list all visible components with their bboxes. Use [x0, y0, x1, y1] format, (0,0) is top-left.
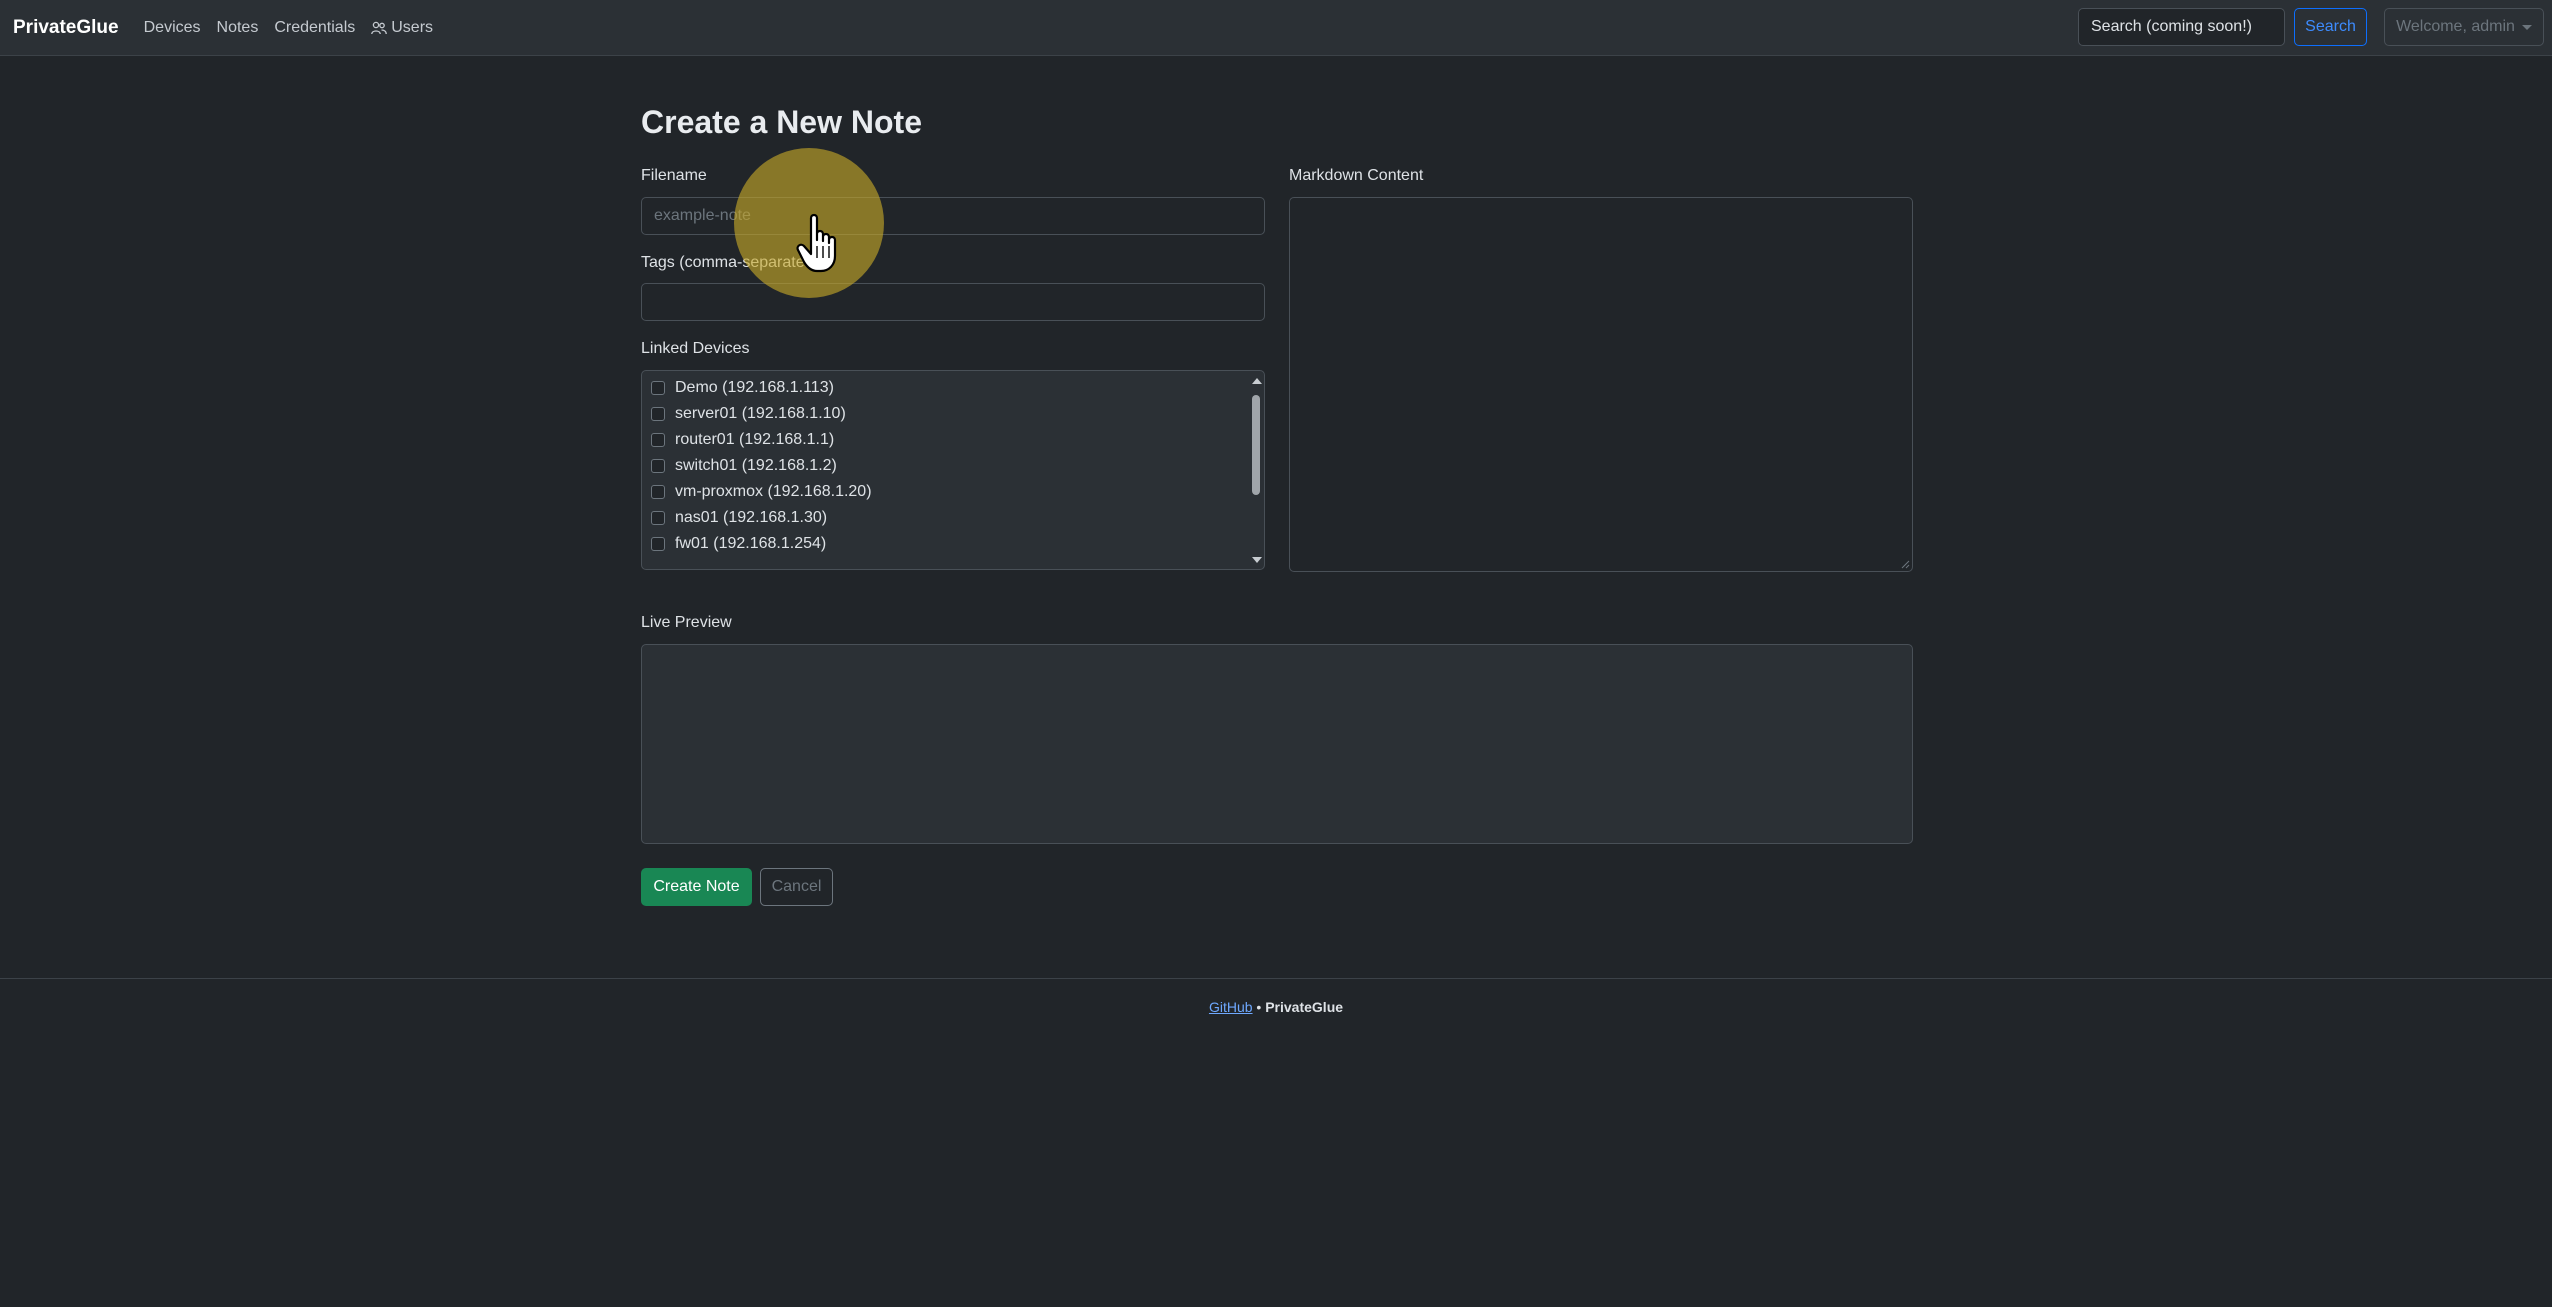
nav-link-users-label: Users [391, 18, 434, 36]
brand-logo[interactable]: PrivateGlue [13, 17, 119, 39]
device-list-scrollbar[interactable] [1250, 375, 1262, 563]
footer-separator: • [1252, 999, 1266, 1015]
github-link[interactable]: GitHub [1209, 999, 1253, 1015]
nav-link-notes[interactable]: Notes [217, 19, 259, 37]
linked-devices-label: Linked Devices [641, 340, 750, 357]
device-checkbox[interactable] [651, 433, 665, 447]
live-preview-label: Live Preview [641, 614, 732, 631]
device-checkbox[interactable] [651, 511, 665, 525]
live-preview-panel [641, 644, 1913, 844]
scroll-up-arrow-icon[interactable] [1252, 378, 1262, 384]
page-title: Create a New Note [641, 104, 922, 140]
chevron-down-icon [2521, 24, 2532, 30]
device-option[interactable]: router01 (192.168.1.1) [651, 429, 834, 451]
hand-cursor-icon [796, 213, 837, 273]
device-label: server01 (192.168.1.10) [675, 405, 846, 422]
user-menu-dropdown[interactable]: Welcome, admin [2384, 8, 2544, 46]
device-label: router01 (192.168.1.1) [675, 431, 835, 448]
cancel-button[interactable]: Cancel [760, 868, 833, 906]
device-label: vm-proxmox (192.168.1.20) [675, 483, 872, 500]
device-checkbox[interactable] [651, 537, 665, 551]
device-label: fw01 (192.168.1.254) [675, 535, 827, 552]
footer-text: GitHub • PrivateGlue [0, 999, 2552, 1015]
markdown-content-textarea[interactable] [1289, 197, 1913, 572]
linked-devices-list[interactable]: Demo (192.168.1.113) server01 (192.168.1… [641, 370, 1265, 570]
resize-grip-icon[interactable] [1900, 559, 1910, 569]
markdown-content-label: Markdown Content [1289, 167, 1424, 184]
tags-input[interactable] [641, 283, 1265, 321]
device-checkbox[interactable] [651, 407, 665, 421]
device-option[interactable]: fw01 (192.168.1.254) [651, 533, 826, 555]
device-label: Demo (192.168.1.113) [675, 379, 834, 396]
user-menu-label: Welcome, admin [2396, 18, 2515, 35]
device-label: switch01 (192.168.1.2) [675, 457, 837, 474]
device-option[interactable]: vm-proxmox (192.168.1.20) [651, 481, 872, 503]
nav-link-credentials[interactable]: Credentials [274, 19, 355, 37]
footer-app-name: PrivateGlue [1265, 999, 1344, 1015]
footer: GitHub • PrivateGlue [0, 978, 2552, 1038]
top-navbar: PrivateGlue Devices Notes Credentials Us… [0, 0, 2552, 56]
filename-label: Filename [641, 167, 707, 184]
nav-link-users[interactable]: Users [371, 19, 433, 37]
navbar-right-group: Search Welcome, admin [2078, 8, 2544, 46]
device-checkbox[interactable] [651, 459, 665, 473]
search-button[interactable]: Search [2294, 8, 2367, 46]
search-input[interactable] [2078, 8, 2285, 46]
device-option[interactable]: nas01 (192.168.1.30) [651, 507, 827, 529]
device-label: nas01 (192.168.1.30) [675, 509, 828, 526]
device-option[interactable]: Demo (192.168.1.113) [651, 377, 834, 399]
device-checkbox[interactable] [651, 381, 665, 395]
device-option[interactable]: server01 (192.168.1.10) [651, 403, 846, 425]
device-checkbox[interactable] [651, 485, 665, 499]
nav-link-devices[interactable]: Devices [144, 19, 201, 37]
scroll-thumb[interactable] [1252, 395, 1260, 495]
scroll-down-arrow-icon[interactable] [1252, 557, 1262, 563]
device-option[interactable]: switch01 (192.168.1.2) [651, 455, 837, 477]
users-icon [371, 21, 388, 34]
create-note-button[interactable]: Create Note [641, 868, 752, 906]
